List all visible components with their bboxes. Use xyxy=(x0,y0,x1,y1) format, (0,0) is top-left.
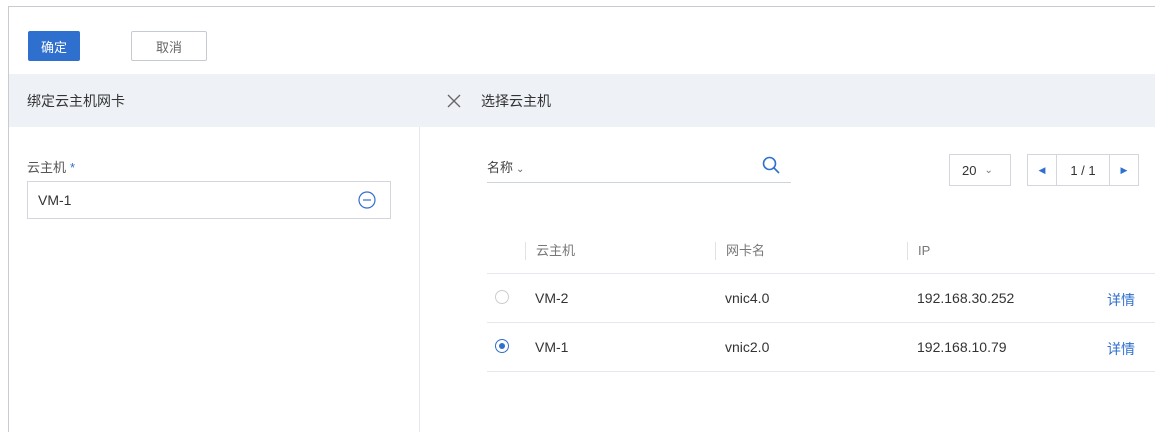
column-header-ip: IP xyxy=(907,242,930,260)
minus-circle-icon[interactable] xyxy=(358,191,376,209)
nic-name-cell: vnic2.0 xyxy=(725,339,770,355)
vm-field-label-text: 云主机 xyxy=(27,160,67,175)
cancel-button[interactable]: 取消 xyxy=(131,31,207,61)
details-link[interactable]: 详情 xyxy=(1107,290,1135,310)
vm-selected-field[interactable]: VM-1 xyxy=(27,181,391,219)
required-mark: * xyxy=(70,160,76,175)
select-vm-panel: 选择云主机 名称 ⌄ 20 ⌄ ◀ 1 / 1 ▶ 云主机 网卡名 IP VM-… xyxy=(419,74,1155,432)
nic-name-cell: vnic4.0 xyxy=(725,290,770,306)
ip-cell: 192.168.10.79 xyxy=(917,339,1007,355)
bind-nic-panel: 绑定云主机网卡 云主机 * VM-1 xyxy=(9,74,420,432)
prev-page-icon[interactable]: ◀ xyxy=(1028,155,1057,185)
page-indicator: 1 / 1 xyxy=(1070,162,1096,178)
search-bar: 名称 ⌄ xyxy=(487,154,791,183)
confirm-button[interactable]: 确定 xyxy=(28,31,80,61)
dialog-frame: 确定 取消 绑定云主机网卡 云主机 * VM-1 选择云主机 名称 ⌄ 20 ⌄… xyxy=(8,6,1155,432)
vm-name-cell: VM-1 xyxy=(535,339,569,355)
table-header: 云主机 网卡名 IP xyxy=(487,229,1155,274)
row-radio[interactable] xyxy=(495,290,509,304)
toolbar: 确定 取消 xyxy=(9,7,1155,75)
search-field-label: 名称 xyxy=(487,160,514,175)
details-link[interactable]: 详情 xyxy=(1107,339,1135,359)
search-icon[interactable] xyxy=(761,155,781,175)
panel-title: 绑定云主机网卡 xyxy=(9,74,419,127)
chevron-down-icon: ⌄ xyxy=(516,164,525,175)
ip-cell: 192.168.30.252 xyxy=(917,290,1015,306)
vm-table: 云主机 网卡名 IP VM-2 vnic4.0 192.168.30.252 详… xyxy=(487,229,1155,372)
page-size-value: 20 xyxy=(962,162,977,178)
column-header-nic: 网卡名 xyxy=(715,242,765,260)
search-input[interactable] xyxy=(557,156,761,180)
vm-field-label: 云主机 * xyxy=(27,157,75,176)
table-row[interactable]: VM-1 vnic2.0 192.168.10.79 详情 xyxy=(487,323,1155,372)
panel-title: 选择云主机 xyxy=(481,92,551,109)
select-vm-header: 选择云主机 xyxy=(419,74,1155,127)
page-size-select[interactable]: 20 ⌄ xyxy=(949,154,1011,186)
next-page-icon[interactable]: ▶ xyxy=(1109,155,1138,185)
close-icon[interactable] xyxy=(447,94,461,108)
table-row[interactable]: VM-2 vnic4.0 192.168.30.252 详情 xyxy=(487,274,1155,323)
vm-selected-value: VM-1 xyxy=(38,192,72,208)
column-header-vm: 云主机 xyxy=(525,242,575,260)
row-radio-selected[interactable] xyxy=(495,339,509,353)
chevron-down-icon: ⌄ xyxy=(984,164,993,176)
search-field-dropdown[interactable]: 名称 ⌄ xyxy=(487,157,524,176)
pagination: ◀ 1 / 1 ▶ xyxy=(1027,154,1139,186)
vm-name-cell: VM-2 xyxy=(535,290,569,306)
